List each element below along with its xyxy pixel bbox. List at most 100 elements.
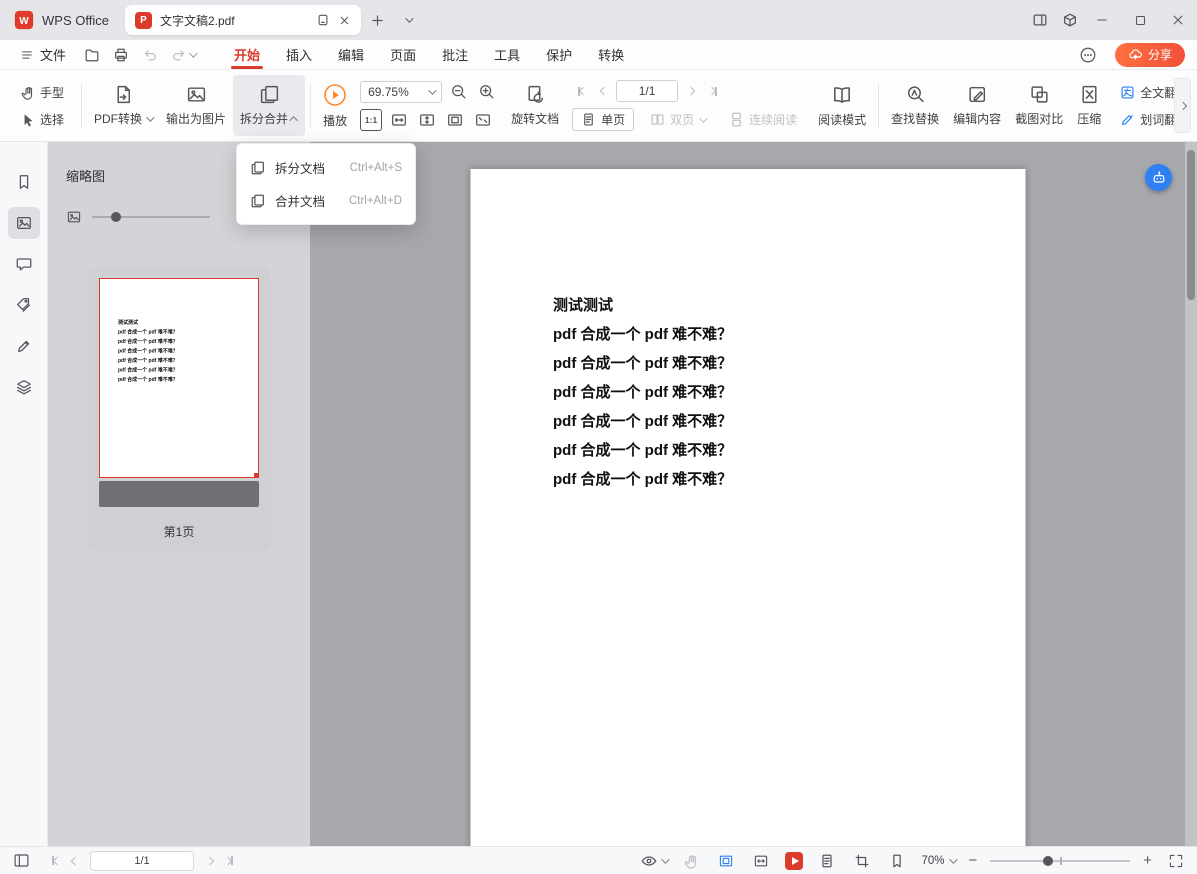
annotate-panel-button[interactable] — [8, 330, 40, 362]
previous-page-button[interactable] — [65, 851, 84, 871]
ai-assistant-button[interactable] — [1145, 164, 1172, 191]
slider-handle[interactable] — [111, 212, 121, 222]
ribbon-tab[interactable]: 转换 — [585, 40, 637, 69]
play-button[interactable]: 播放 — [316, 75, 354, 136]
pdf-convert-button[interactable]: PDF转换 — [87, 75, 159, 136]
slider-handle[interactable] — [1043, 856, 1053, 866]
maximize-button[interactable] — [1121, 0, 1159, 40]
fit-height-button[interactable] — [416, 109, 438, 131]
share-button[interactable]: 分享 — [1115, 43, 1185, 67]
app-brand[interactable]: W WPS Office — [0, 0, 125, 40]
ribbon-tab[interactable]: 插入 — [273, 40, 325, 69]
undo-button[interactable] — [142, 47, 158, 63]
zoom-slider[interactable] — [990, 855, 1130, 867]
next-page-button[interactable] — [681, 81, 700, 101]
float-window-icon[interactable] — [316, 13, 330, 27]
comments-panel-button[interactable] — [8, 248, 40, 280]
layers-panel-button[interactable] — [8, 371, 40, 403]
menu-item[interactable]: 拆分文档 Ctrl+Alt+S — [237, 151, 415, 184]
translate-full-button[interactable]: 全文翻 — [1114, 81, 1182, 104]
statusbar-page-input[interactable] — [90, 851, 194, 871]
zoom-out-button[interactable]: − — [968, 853, 977, 868]
new-tab-button[interactable] — [365, 7, 391, 33]
thumbnail-size-slider[interactable] — [92, 211, 210, 223]
tags-panel-button[interactable] — [8, 289, 40, 321]
document-action-icon — [250, 193, 266, 209]
actual-size-button[interactable]: 1:1 — [360, 109, 382, 131]
file-menu-button[interactable]: 文件 — [12, 40, 74, 69]
print-button[interactable] — [113, 47, 129, 63]
ribbon-tab[interactable]: 页面 — [377, 40, 429, 69]
double-page-view-button[interactable]: 双页 — [642, 109, 713, 130]
chevron-left-icon — [599, 87, 607, 95]
page-thumbnail-card[interactable]: 测试测试 pdf 合成一个 pdf 难不难？pdf 合成一个 pdf 难不难？p… — [87, 267, 271, 552]
read-mode-button[interactable]: 阅读模式 — [811, 75, 873, 136]
ribbon-tab[interactable]: 编辑 — [325, 40, 377, 69]
page-indicator-input[interactable] — [616, 80, 678, 102]
edit-content-button[interactable]: 编辑内容 — [946, 75, 1008, 136]
next-page-button[interactable] — [200, 851, 219, 871]
view-mode-button[interactable] — [640, 850, 667, 872]
rotate-document-button[interactable]: 旋转文档 — [504, 75, 566, 136]
menu-item[interactable]: 合并文档 Ctrl+Alt+D — [237, 184, 415, 217]
screenshot-button[interactable] — [851, 850, 873, 872]
zoom-out-button[interactable] — [448, 81, 470, 103]
vertical-scrollbar[interactable] — [1185, 142, 1197, 846]
single-page-view-button[interactable]: 单页 — [572, 108, 634, 131]
fit-page-view-button[interactable] — [715, 850, 737, 872]
thumbnails-panel-button[interactable] — [8, 207, 40, 239]
translate-word-button[interactable]: 划词翻 — [1114, 108, 1182, 131]
continuous-read-button[interactable]: 连续阅读 — [721, 109, 805, 130]
edit-content-label: 编辑内容 — [953, 110, 1001, 127]
ribbon-tab[interactable]: 批注 — [429, 40, 481, 69]
last-page-button[interactable] — [703, 81, 722, 101]
page-1-thumbnail[interactable]: 测试测试 pdf 合成一个 pdf 难不难？pdf 合成一个 pdf 难不难？p… — [99, 278, 259, 478]
ribbon-tab[interactable]: 工具 — [481, 40, 533, 69]
split-merge-button[interactable]: 拆分合并 — [233, 75, 305, 136]
screenshot-compare-button[interactable]: 截图对比 — [1008, 75, 1070, 136]
single-page-view-button[interactable] — [816, 850, 838, 872]
first-page-button[interactable] — [572, 81, 591, 101]
fit-width-view-button[interactable] — [750, 850, 772, 872]
export-image-button[interactable]: 输出为图片 — [159, 75, 233, 136]
close-tab-icon[interactable] — [338, 14, 351, 27]
zoom-percent-button[interactable]: 70% — [921, 855, 955, 867]
ribbon-tab[interactable]: 开始 — [221, 40, 273, 69]
document-canvas[interactable]: 测试测试 pdf 合成一个 pdf 难不难？pdf 合成一个 pdf 难不难？p… — [310, 142, 1185, 846]
minimize-button[interactable] — [1083, 0, 1121, 40]
slideshow-play-button[interactable] — [785, 852, 803, 870]
more-tools-button[interactable] — [1075, 42, 1101, 68]
bookmarks-panel-button[interactable] — [8, 166, 40, 198]
find-replace-button[interactable]: 查找替换 — [884, 75, 946, 136]
document-tab[interactable]: P 文字文稿2.pdf — [125, 5, 361, 35]
app-center-button[interactable] — [1057, 7, 1083, 33]
bookmark-button[interactable] — [886, 850, 908, 872]
zoom-select[interactable]: 69.75% — [360, 81, 442, 103]
workspace-button[interactable] — [1027, 7, 1053, 33]
fit-width-button[interactable] — [388, 109, 410, 131]
hand-tool-button[interactable] — [680, 850, 702, 872]
fit-page-button[interactable] — [444, 109, 466, 131]
select-tool-button[interactable]: 选择 — [14, 108, 70, 131]
ribbon-expand-button[interactable] — [1174, 78, 1191, 133]
fullscreen-button[interactable] — [1165, 850, 1187, 872]
redo-button[interactable] — [171, 47, 195, 63]
scrollbar-thumb[interactable] — [1187, 150, 1195, 300]
last-page-button[interactable] — [219, 851, 238, 871]
ribbon-tab[interactable]: 保护 — [533, 40, 585, 69]
fit-width-icon — [390, 111, 408, 129]
toggle-sidebar-button[interactable] — [10, 850, 32, 872]
full-screen-fit-button[interactable] — [472, 109, 494, 131]
zoom-in-button[interactable] — [476, 81, 498, 103]
compress-button[interactable]: 压缩 — [1070, 75, 1108, 136]
zoom-in-button[interactable]: + — [1143, 853, 1152, 868]
hand-tool-button[interactable]: 手型 — [14, 81, 70, 104]
previous-page-button[interactable] — [594, 81, 613, 101]
close-window-button[interactable] — [1159, 0, 1197, 40]
tab-list-button[interactable] — [395, 7, 421, 33]
chevron-down-icon[interactable] — [189, 49, 197, 57]
open-file-button[interactable] — [84, 47, 100, 63]
first-page-button[interactable] — [46, 851, 65, 871]
translate-word-label: 划词翻 — [1140, 111, 1176, 128]
pdf-page[interactable]: 测试测试 pdf 合成一个 pdf 难不难？pdf 合成一个 pdf 难不难？p… — [470, 169, 1025, 846]
